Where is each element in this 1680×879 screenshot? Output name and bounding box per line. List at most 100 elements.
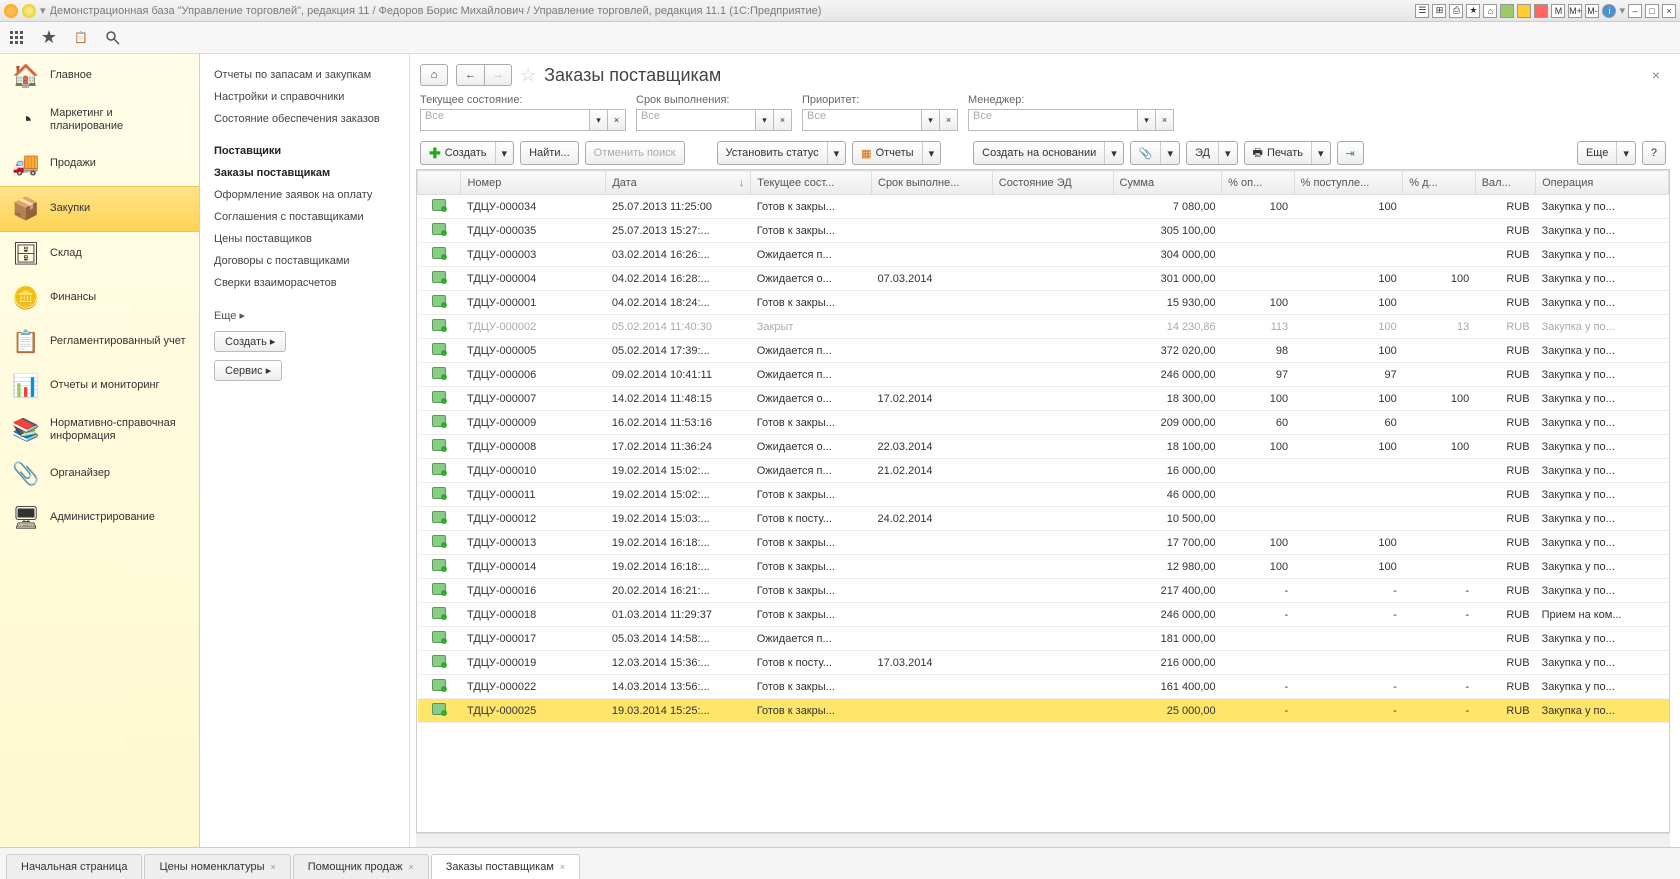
filter-manager-input[interactable]: Все [968, 109, 1138, 131]
close-page-icon[interactable]: × [1646, 67, 1666, 83]
create-based-button[interactable]: Создать на основании▾ [973, 141, 1124, 165]
subpanel-link[interactable]: Сверки взаиморасчетов [200, 272, 409, 294]
calc-m[interactable]: M [1551, 4, 1565, 18]
set-status-button[interactable]: Установить статус▾ [717, 141, 847, 165]
table-row[interactable]: ТДЦУ-00001620.02.2014 16:21:...Готов к з… [418, 579, 1669, 603]
tab-close-icon[interactable]: × [270, 862, 275, 872]
reports-button[interactable]: ▦Отчеты▾ [852, 141, 941, 165]
tb-icon[interactable]: ⊞ [1432, 4, 1446, 18]
subpanel-link[interactable]: Состояние обеспечения заказов [200, 108, 409, 130]
column-header[interactable]: % поступле... [1294, 171, 1403, 195]
column-header[interactable]: Дата [606, 171, 751, 195]
table-row[interactable]: ТДЦУ-00001219.02.2014 15:03:...Готов к п… [418, 507, 1669, 531]
bottom-tab[interactable]: Заказы поставщикам× [431, 854, 580, 879]
column-header[interactable]: Номер [461, 171, 606, 195]
clipboard-icon[interactable]: 📋 [72, 29, 90, 47]
help-button[interactable]: ? [1642, 141, 1666, 165]
clear-icon[interactable]: × [608, 109, 626, 131]
cancel-search-button[interactable]: Отменить поиск [585, 141, 685, 165]
column-header[interactable]: Срок выполне... [872, 171, 993, 195]
table-row[interactable]: ТДЦУ-00000916.02.2014 11:53:16Готов к за… [418, 411, 1669, 435]
export-button[interactable]: ⇥ [1337, 141, 1364, 165]
sidebar-item-10[interactable]: 🖥Администрирование [0, 496, 199, 540]
sidebar-item-4[interactable]: 🗄Склад [0, 232, 199, 276]
clear-icon[interactable]: × [1156, 109, 1174, 131]
column-header[interactable]: % д... [1403, 171, 1475, 195]
table-row[interactable]: ТДЦУ-00001019.02.2014 15:02:...Ожидается… [418, 459, 1669, 483]
orders-table[interactable]: НомерДатаТекущее сост...Срок выполне...С… [416, 169, 1670, 833]
minimize-icon[interactable]: – [1628, 4, 1642, 18]
star-icon[interactable]: ★ [40, 29, 58, 47]
subpanel-link[interactable]: Настройки и справочники [200, 86, 409, 108]
subpanel-more[interactable]: Еще ▸ [200, 304, 409, 327]
search-icon[interactable] [104, 29, 122, 47]
tb-icon[interactable] [1500, 4, 1514, 18]
subpanel-link[interactable]: Цены поставщиков [200, 228, 409, 250]
sidebar-item-8[interactable]: 📚Нормативно-справочная информация [0, 408, 199, 452]
sidebar-item-9[interactable]: 📎Органайзер [0, 452, 199, 496]
app-icon-2[interactable] [22, 4, 36, 18]
table-row[interactable]: ТДЦУ-00001801.03.2014 11:29:37Готов к за… [418, 603, 1669, 627]
table-row[interactable]: ТДЦУ-00000205.02.2014 11:40:30Закрыт14 2… [418, 315, 1669, 339]
info-icon[interactable]: i [1602, 4, 1616, 18]
table-row[interactable]: ТДЦУ-00000505.02.2014 17:39:...Ожидается… [418, 339, 1669, 363]
bottom-tab[interactable]: Помощник продаж× [293, 854, 429, 879]
column-header[interactable]: % оп... [1222, 171, 1294, 195]
print-button[interactable]: 🖶Печать▾ [1244, 141, 1331, 165]
table-row[interactable]: ТДЦУ-00003425.07.2013 11:25:00Готов к за… [418, 195, 1669, 219]
table-row[interactable]: ТДЦУ-00000404.02.2014 16:28:...Ожидается… [418, 267, 1669, 291]
table-row[interactable]: ТДЦУ-00000609.02.2014 10:41:11Ожидается … [418, 363, 1669, 387]
table-row[interactable]: ТДЦУ-00001705.03.2014 14:58:...Ожидается… [418, 627, 1669, 651]
sidebar-item-5[interactable]: 🪙Финансы [0, 276, 199, 320]
tb-icon[interactable]: ☰ [1415, 4, 1429, 18]
column-header[interactable]: Текущее сост... [751, 171, 872, 195]
column-header[interactable]: Операция [1536, 171, 1669, 195]
table-row[interactable]: ТДЦУ-00000104.02.2014 18:24:...Готов к з… [418, 291, 1669, 315]
column-header[interactable]: Состояние ЭД [992, 171, 1113, 195]
sidebar-item-1[interactable]: ◔Маркетинг и планирование [0, 98, 199, 142]
subpanel-btn_create[interactable]: Создать ▸ [214, 331, 286, 352]
tab-close-icon[interactable]: × [408, 862, 413, 872]
sidebar-item-3[interactable]: 📦Закупки [0, 186, 199, 232]
tb-icon[interactable] [1534, 4, 1548, 18]
bottom-tab[interactable]: Начальная страница [6, 854, 142, 879]
calc-mp[interactable]: M+ [1568, 4, 1582, 18]
ed-button[interactable]: ЭД▾ [1186, 141, 1238, 165]
apps-icon[interactable] [8, 29, 26, 47]
create-button[interactable]: ✚Создать▾ [420, 141, 514, 165]
dropdown-icon[interactable]: ▾ [922, 109, 940, 131]
sidebar-item-2[interactable]: 🚚Продажи [0, 142, 199, 186]
back-button[interactable]: ← [456, 64, 484, 86]
subpanel-link[interactable]: Отчеты по запасам и закупкам [200, 64, 409, 86]
sidebar-item-6[interactable]: 📋Регламентированный учет [0, 320, 199, 364]
dropdown-icon[interactable]: ▾ [590, 109, 608, 131]
column-header[interactable] [418, 171, 461, 195]
table-row[interactable]: ТДЦУ-00001912.03.2014 15:36:...Готов к п… [418, 651, 1669, 675]
dropdown-icon[interactable]: ▾ [756, 109, 774, 131]
table-row[interactable]: ТДЦУ-00002214.03.2014 13:56:...Готов к з… [418, 675, 1669, 699]
tb-icon[interactable]: ★ [1466, 4, 1480, 18]
bottom-tab[interactable]: Цены номенклатуры× [144, 854, 290, 879]
filter-deadline-input[interactable]: Все [636, 109, 756, 131]
subpanel-link[interactable]: Договоры с поставщиками [200, 250, 409, 272]
tb-icon[interactable]: ⌂ [1483, 4, 1497, 18]
table-row[interactable]: ТДЦУ-00001119.02.2014 15:02:...Готов к з… [418, 483, 1669, 507]
table-row[interactable]: ТДЦУ-00000714.02.2014 11:48:15Ожидается … [418, 387, 1669, 411]
table-row[interactable]: ТДЦУ-00000303.02.2014 16:26:...Ожидается… [418, 243, 1669, 267]
filter-priority-input[interactable]: Все [802, 109, 922, 131]
close-icon[interactable]: × [1662, 4, 1676, 18]
subpanel-link[interactable]: Заказы поставщикам [200, 162, 409, 184]
favorite-icon[interactable]: ☆ [520, 65, 536, 86]
clear-icon[interactable]: × [774, 109, 792, 131]
find-button[interactable]: Найти... [520, 141, 579, 165]
clear-icon[interactable]: × [940, 109, 958, 131]
subpanel-link[interactable]: Поставщики [200, 140, 409, 162]
maximize-icon[interactable]: □ [1645, 4, 1659, 18]
table-row[interactable]: ТДЦУ-00002519.03.2014 15:25:...Готов к з… [418, 699, 1669, 723]
horizontal-scrollbar[interactable] [416, 833, 1670, 847]
column-header[interactable]: Сумма [1113, 171, 1222, 195]
subpanel-link[interactable]: Оформление заявок на оплату [200, 184, 409, 206]
table-row[interactable]: ТДЦУ-00001419.02.2014 16:18:...Готов к з… [418, 555, 1669, 579]
tb-icon[interactable]: ⎙ [1449, 4, 1463, 18]
filter-state-input[interactable]: Все [420, 109, 590, 131]
